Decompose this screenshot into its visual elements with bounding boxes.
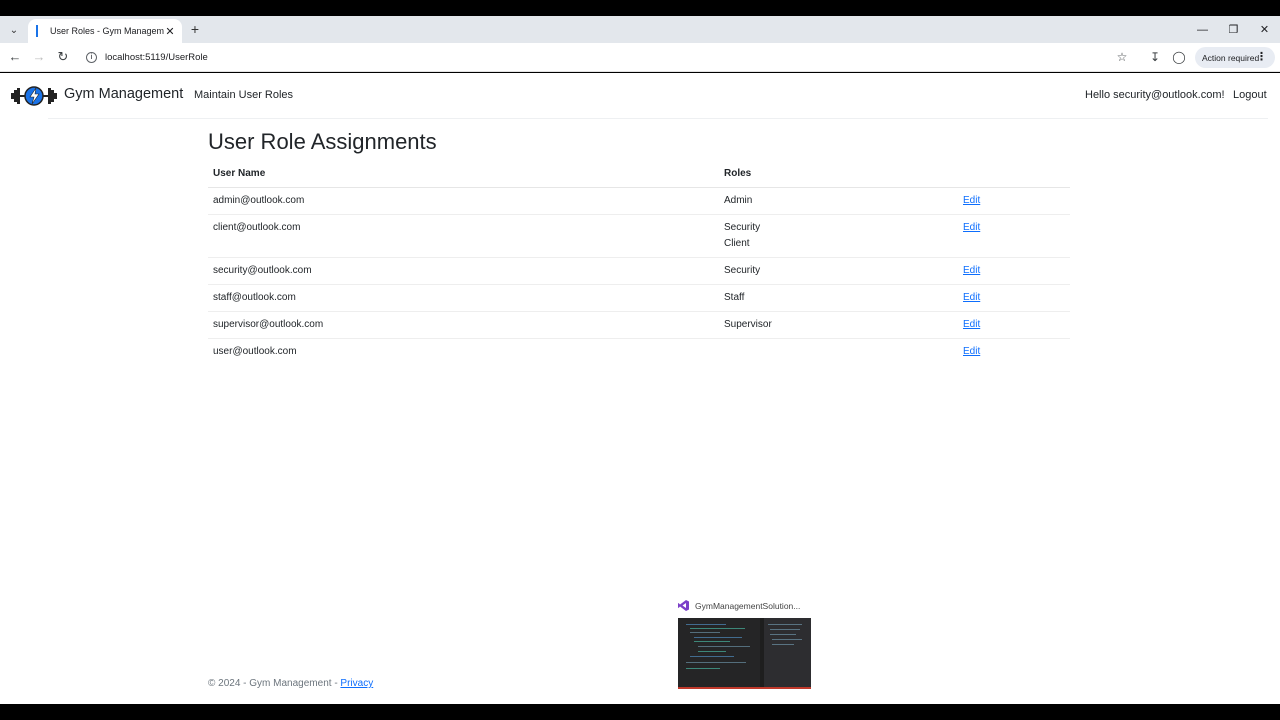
role-label: Security xyxy=(724,265,761,276)
user-name-cell: admin@outlook.com xyxy=(213,195,305,206)
forward-arrow-icon[interactable]: → xyxy=(29,47,49,67)
preview-title-bar: GymManagementSolution... xyxy=(678,600,800,611)
preview-title: GymManagementSolution... xyxy=(695,600,801,611)
edit-link[interactable]: Edit xyxy=(963,344,980,360)
thumbnail-code-line xyxy=(686,662,746,663)
edit-link[interactable]: Edit xyxy=(963,263,980,279)
minimize-icon[interactable]: — xyxy=(1187,16,1218,43)
role-label: Staff xyxy=(724,292,745,303)
role-label: Supervisor xyxy=(724,319,772,330)
browser-tab-active[interactable]: User Roles - Gym Management ✕ xyxy=(28,19,182,43)
restore-icon[interactable]: ❐ xyxy=(1218,16,1249,43)
bookmark-star-icon[interactable]: ☆ xyxy=(1113,48,1131,66)
site-info-icon[interactable]: i xyxy=(86,52,97,63)
thumbnail-code-line xyxy=(770,634,796,635)
roles-cell: Security Client xyxy=(724,220,760,252)
edit-link[interactable]: Edit xyxy=(963,220,980,236)
user-roles-table: User Name Roles admin@outlook.com Admin … xyxy=(208,161,1070,366)
privacy-link[interactable]: Privacy xyxy=(340,678,373,689)
tab-title: User Roles - Gym Management xyxy=(50,26,164,36)
browser-toolbar: ← → ↻ i localhost:5119/UserRole ☆ ↧ ◯ Ac… xyxy=(0,43,1280,72)
role-label: Client xyxy=(724,238,750,249)
table-row: admin@outlook.com Admin Edit xyxy=(208,188,1070,215)
role-label: Admin xyxy=(724,195,753,206)
page-footer: © 2024 - Gym Management - Privacy xyxy=(208,678,373,689)
action-required-label: Action required xyxy=(1202,52,1260,63)
table-row: user@outlook.com Edit xyxy=(208,339,1070,366)
nav-maintain-user-roles[interactable]: Maintain User Roles xyxy=(194,89,293,101)
thumbnail-editor-pane xyxy=(678,618,760,687)
roles-cell: Supervisor xyxy=(724,317,772,333)
header-user-name: User Name xyxy=(213,168,266,179)
roles-cell: Staff xyxy=(724,290,744,306)
user-name-cell: staff@outlook.com xyxy=(213,292,296,303)
back-arrow-icon[interactable]: ← xyxy=(5,47,25,67)
thumbnail-code-line xyxy=(694,637,742,638)
browser-tab-strip: ⌄ User Roles - Gym Management ✕ + — ❐ ✕ xyxy=(0,16,1280,43)
thumbnail-side-pane xyxy=(764,618,811,687)
logout-button[interactable]: Logout xyxy=(1233,89,1267,101)
user-greeting[interactable]: Hello security@outlook.com! xyxy=(1085,89,1225,101)
tab-close-icon[interactable]: ✕ xyxy=(164,25,176,38)
thumbnail-code-line xyxy=(686,624,726,625)
close-window-icon[interactable]: ✕ xyxy=(1249,16,1280,43)
new-tab-plus-icon[interactable]: + xyxy=(188,20,202,38)
edit-link[interactable]: Edit xyxy=(963,193,980,209)
menu-dots-icon[interactable]: ⋮ xyxy=(1256,50,1267,63)
thumbnail-code-line xyxy=(768,624,802,625)
page-title: User Role Assignments xyxy=(208,129,437,154)
thumbnail-code-line xyxy=(694,641,730,642)
reload-icon[interactable]: ↻ xyxy=(53,47,73,67)
thumbnail-code-line xyxy=(770,629,800,630)
screen-bottom-border xyxy=(0,704,1280,720)
edit-link[interactable]: Edit xyxy=(963,290,980,306)
url-text: localhost:5119/UserRole xyxy=(105,52,208,63)
roles-cell: Admin xyxy=(724,193,752,209)
user-name-cell: security@outlook.com xyxy=(213,265,312,276)
preview-thumbnail xyxy=(678,618,811,689)
thumbnail-code-line xyxy=(686,668,720,669)
thumbnail-code-line xyxy=(698,646,750,647)
brand-name[interactable]: Gym Management xyxy=(64,86,183,102)
page-viewport: Gym Management Maintain User Roles Hello… xyxy=(0,73,1280,704)
table-row: staff@outlook.com Staff Edit xyxy=(208,285,1070,312)
user-name-cell: client@outlook.com xyxy=(213,222,301,233)
address-bar[interactable]: i localhost:5119/UserRole xyxy=(80,46,1100,69)
table-row: supervisor@outlook.com Supervisor Edit xyxy=(208,312,1070,339)
footer-copyright: © 2024 - Gym Management - xyxy=(208,678,341,689)
visual-studio-icon xyxy=(678,600,689,611)
taskbar-window-preview[interactable]: GymManagementSolution... xyxy=(676,597,814,693)
roles-cell: Security xyxy=(724,263,760,279)
download-icon[interactable]: ↧ xyxy=(1146,48,1164,66)
thumbnail-code-line xyxy=(690,628,745,629)
user-name-cell: supervisor@outlook.com xyxy=(213,319,324,330)
action-required-button[interactable]: Action required ⋮ xyxy=(1195,47,1275,68)
user-name-cell: user@outlook.com xyxy=(213,346,297,357)
tab-favicon-icon xyxy=(36,25,38,37)
thumbnail-code-line xyxy=(772,639,802,640)
navbar-divider xyxy=(48,118,1268,119)
table-row: security@outlook.com Security Edit xyxy=(208,258,1070,285)
dumbbell-lightning-logo-icon[interactable] xyxy=(11,85,57,107)
thumbnail-code-line xyxy=(698,651,726,652)
header-roles: Roles xyxy=(724,168,752,179)
thumbnail-code-line xyxy=(772,644,794,645)
site-navbar: Gym Management Maintain User Roles Hello… xyxy=(0,73,1280,119)
window-controls: — ❐ ✕ xyxy=(1187,16,1280,43)
edit-link[interactable]: Edit xyxy=(963,317,980,333)
profile-icon[interactable]: ◯ xyxy=(1170,48,1188,66)
table-header-row: User Name Roles xyxy=(208,161,1070,188)
thumbnail-code-line xyxy=(690,632,720,633)
screen-top-border xyxy=(0,0,1280,16)
table-row: client@outlook.com Security Client Edit xyxy=(208,215,1070,258)
thumbnail-code-line xyxy=(690,656,734,657)
role-label: Security xyxy=(724,222,761,233)
tab-search-chevron-icon[interactable]: ⌄ xyxy=(4,20,24,40)
